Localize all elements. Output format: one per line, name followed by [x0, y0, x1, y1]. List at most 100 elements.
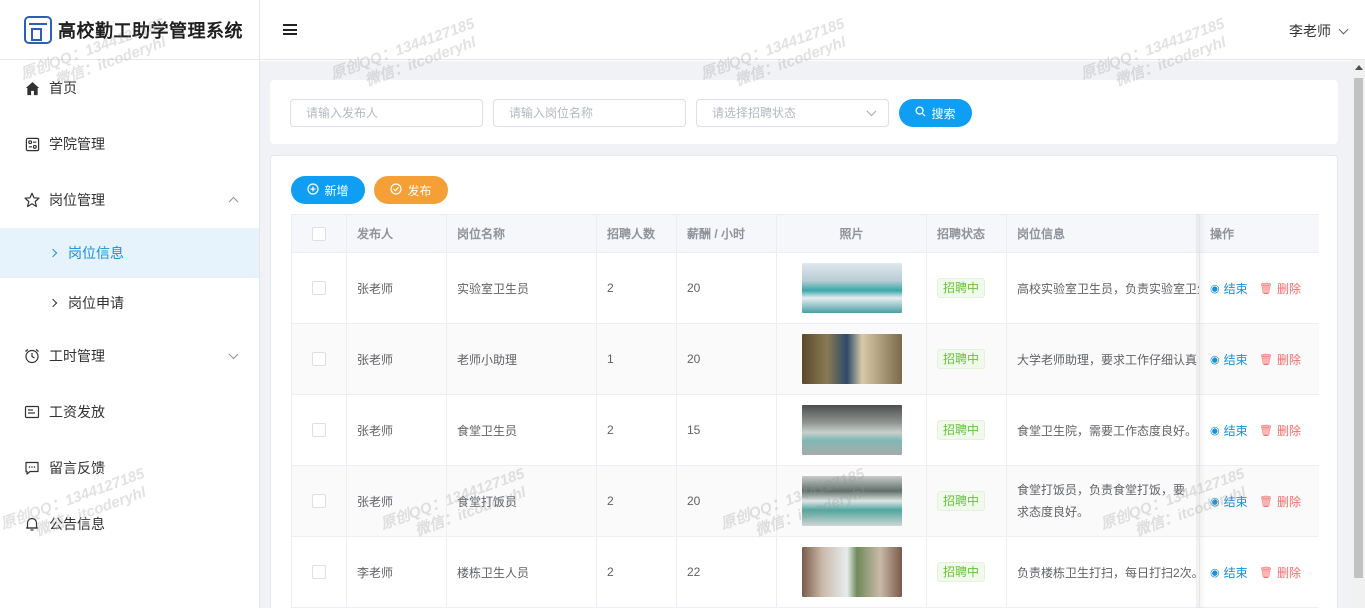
sidebar-item-job-management[interactable]: 岗位管理: [0, 172, 259, 228]
sidebar-item-label: 工时管理: [49, 348, 105, 364]
status-tag: 招聘中: [937, 420, 986, 440]
row-checkbox[interactable]: [312, 565, 326, 580]
pay-cell: 22: [676, 536, 777, 608]
action-cell: ◉ 结束 🗑 删除: [1199, 323, 1319, 395]
plus-circle-icon: [307, 182, 320, 198]
delete-button[interactable]: 🗑 删除: [1259, 280, 1301, 297]
trash-icon: 🗑: [1258, 424, 1273, 437]
status-select-input[interactable]: [696, 99, 889, 127]
sidebar-item-home[interactable]: 首页: [0, 60, 259, 116]
end-button[interactable]: ◉ 结束: [1210, 422, 1248, 439]
sidebar-item-label: 学院管理: [49, 136, 105, 152]
action-cell: ◉ 结束 🗑 删除: [1199, 394, 1319, 466]
sidebar-item-salary[interactable]: 工资发放: [0, 384, 259, 440]
publisher-cell: 李老师: [346, 536, 447, 608]
end-icon: ◉: [1210, 282, 1220, 295]
search-button[interactable]: 搜索: [899, 99, 972, 127]
info-cell: 负责楼栋卫生打扫，每日打扫2次。: [1006, 536, 1200, 608]
row-checkbox[interactable]: [312, 423, 326, 438]
info-cell: 食堂卫生院，需要工作态度良好。: [1006, 394, 1200, 466]
end-button[interactable]: ◉ 结束: [1210, 280, 1248, 297]
home-icon: [24, 80, 40, 96]
job-name-search-input[interactable]: [493, 99, 686, 127]
user-dropdown[interactable]: 李老师: [1289, 21, 1349, 41]
publisher-search-input[interactable]: [290, 99, 483, 127]
status-tag: 招聘中: [937, 278, 986, 298]
delete-button[interactable]: 🗑 删除: [1259, 564, 1301, 581]
scroll-up-icon[interactable]: [1355, 65, 1363, 70]
sidebar-item-announcement[interactable]: 公告信息: [0, 496, 259, 552]
sidebar: 高校勤工助学管理系统 首页 学院管理 岗位管理 岗位信息 岗位申请 工时管理 工…: [0, 0, 260, 608]
table-row: 张老师 实验室卫生员 2 20 招聘中 高校实验室卫生员，负责实验室卫生 ◉ 结束…: [291, 252, 1319, 324]
job-name-cell: 食堂卫生员: [446, 394, 597, 466]
search-card: 搜索: [270, 80, 1338, 144]
end-icon: ◉: [1210, 424, 1220, 437]
trash-icon: 🗑: [1258, 353, 1273, 366]
column-header: 岗位名称: [446, 214, 597, 253]
sidebar-item-feedback[interactable]: 留言反馈: [0, 440, 259, 496]
row-select-cell: [291, 536, 347, 608]
card-icon: [24, 404, 40, 420]
library-photo[interactable]: [801, 334, 902, 384]
lab-photo[interactable]: [801, 263, 902, 313]
column-header: 招聘状态: [926, 214, 1007, 253]
add-button[interactable]: 新增: [291, 176, 365, 204]
add-button-label: 新增: [324, 183, 349, 198]
trash-icon: 🗑: [1258, 495, 1273, 508]
sidebar-subitem-label: 岗位信息: [68, 245, 124, 261]
row-select-cell: [291, 323, 347, 395]
chevron-right-icon: [48, 298, 58, 308]
menu-toggle-icon[interactable]: [283, 24, 297, 35]
page-scrollbar[interactable]: [1352, 60, 1365, 608]
status-cell: 招聘中: [926, 536, 1007, 608]
select-all-cell: [291, 214, 347, 253]
photo-cell: [776, 394, 927, 466]
delete-button[interactable]: 🗑 删除: [1259, 351, 1301, 368]
sidebar-subitem-job-apply[interactable]: 岗位申请: [0, 278, 259, 328]
info-cell: 食堂打饭员，负责食堂打饭，要求态度良好。: [1006, 465, 1200, 537]
row-checkbox[interactable]: [312, 352, 326, 367]
select-all-checkbox[interactable]: [312, 226, 326, 241]
end-button[interactable]: ◉ 结束: [1210, 351, 1248, 368]
photo-cell: [776, 323, 927, 395]
sidebar-subitem-job-info[interactable]: 岗位信息: [0, 228, 259, 278]
trash-icon: 🗑: [1258, 566, 1273, 579]
count-cell: 2: [596, 252, 677, 324]
scrollbar-thumb[interactable]: [1354, 78, 1363, 578]
table-card: 新增 发布 发布人 岗位名称 招聘人数 薪酬 / 小时 照片 招聘状态 岗位信息…: [270, 155, 1338, 608]
end-icon: ◉: [1210, 495, 1220, 508]
table-row: 张老师 老师小助理 1 20 招聘中 大学老师助理，要求工作仔细认真 ◉ 结束 🗑…: [291, 323, 1319, 395]
job-name-cell: 食堂打饭员: [446, 465, 597, 537]
clock-icon: [24, 348, 40, 364]
row-select-cell: [291, 394, 347, 466]
delete-button[interactable]: 🗑 删除: [1259, 493, 1301, 510]
delete-button[interactable]: 🗑 删除: [1259, 422, 1301, 439]
column-header: 发布人: [346, 214, 447, 253]
canteen-photo[interactable]: [801, 405, 902, 455]
row-checkbox[interactable]: [312, 281, 326, 296]
message-icon: [24, 460, 40, 476]
sidebar-subitem-label: 岗位申请: [68, 295, 124, 311]
user-name: 李老师: [1289, 23, 1331, 39]
trash-icon: 🗑: [1258, 282, 1273, 295]
count-cell: 2: [596, 465, 677, 537]
sidebar-item-hours[interactable]: 工时管理: [0, 328, 259, 384]
app-logo-icon: [24, 15, 52, 44]
end-button[interactable]: ◉ 结束: [1210, 493, 1248, 510]
canteen-hall-photo[interactable]: [801, 476, 902, 526]
publish-button[interactable]: 发布: [374, 176, 448, 204]
chevron-down-icon: [1338, 24, 1349, 34]
building-photo[interactable]: [801, 547, 902, 597]
end-icon: ◉: [1210, 353, 1220, 366]
row-checkbox[interactable]: [312, 494, 326, 509]
app-title: 高校勤工助学管理系统: [58, 20, 243, 41]
check-circle-icon: [390, 182, 403, 198]
pay-cell: 20: [676, 323, 777, 395]
sidebar-item-college[interactable]: 学院管理: [0, 116, 259, 172]
sidebar-item-label: 公告信息: [49, 516, 105, 532]
table-row: 李老师 楼栋卫生人员 2 22 招聘中 负责楼栋卫生打扫，每日打扫2次。 ◉ 结束…: [291, 536, 1319, 608]
end-button[interactable]: ◉ 结束: [1210, 564, 1248, 581]
count-cell: 2: [596, 536, 677, 608]
status-select[interactable]: [696, 99, 889, 127]
count-cell: 2: [596, 394, 677, 466]
